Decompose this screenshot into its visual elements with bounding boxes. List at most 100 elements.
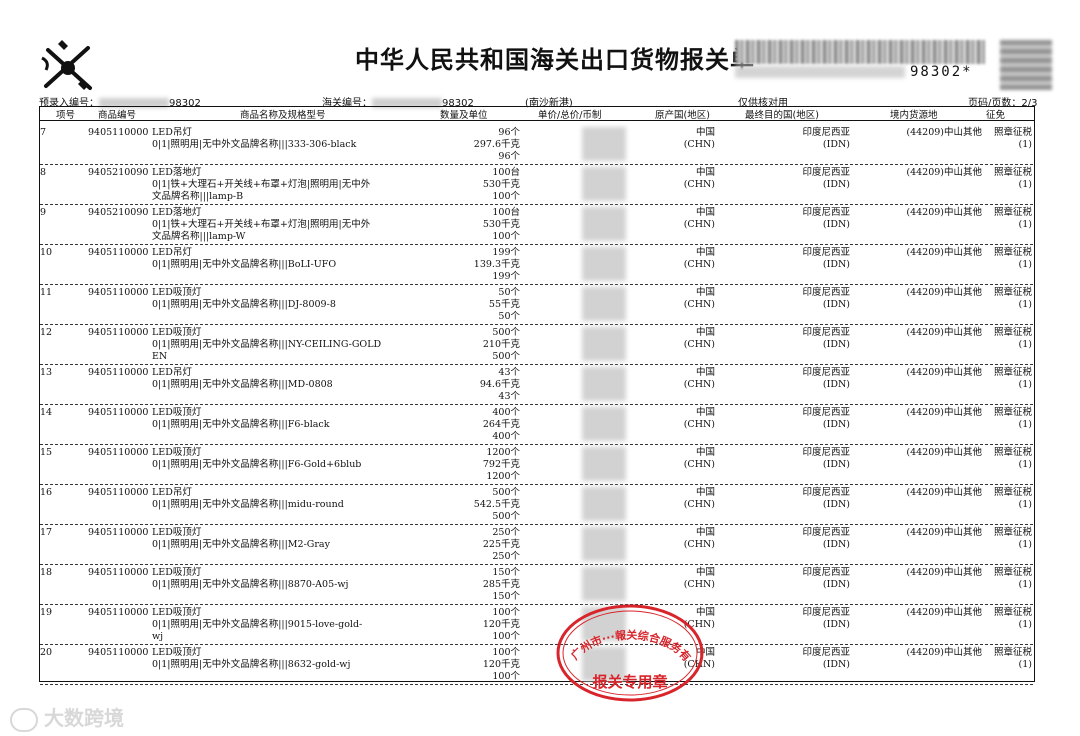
domestic-source: (44209)中山其他 [906,447,982,458]
spec-line-1: 0|1|照明用|无中外文品牌名称|||BoLI-UFO [152,259,337,270]
domestic-source: (44209)中山其他 [906,567,982,578]
destination-code: (IDN) [822,499,850,510]
destination-code: (IDN) [822,299,850,310]
qty-3: 43个 [498,391,520,402]
qty-3: 250个 [492,551,520,562]
barcode: 98302* [735,40,985,80]
qty-2: 530千克 [482,219,520,230]
destination-code: (IDN) [822,339,850,350]
spec-line-2: EN [152,351,168,362]
destination-code: (IDN) [822,619,850,630]
qty-2: 542.5千克 [473,499,520,510]
destination-country: 印度尼西亚 [802,247,850,258]
qty-3: 100个 [492,231,520,242]
destination-country: 印度尼西亚 [802,167,850,178]
levy-code: (1) [1018,379,1032,390]
item-no: 7 [40,127,47,138]
qty-3: 100个 [492,631,520,642]
product-name: LED吊灯 [152,487,192,498]
product-name: LED吊灯 [152,367,192,378]
levy-type: 照章征税 [993,487,1032,498]
qty-2: 55千克 [488,299,520,310]
origin-country: 中国 [695,327,715,338]
item-no: 14 [40,407,53,418]
destination-country: 印度尼西亚 [802,447,850,458]
levy-type: 照章征税 [993,327,1032,338]
hs-code: 9405110000 [88,527,149,538]
spec-line-1: 0|1|照明用|无中外文品牌名称|||midu-round [152,499,344,510]
spec-line-1: 0|1|照明用|无中外文品牌名称|||M2-Gray [152,539,330,550]
levy-type: 照章征税 [993,207,1032,218]
col-qty-unit: 数量及单位 [440,110,488,121]
destination-country: 印度尼西亚 [802,527,850,538]
price-redaction [582,487,626,521]
levy-type: 照章征税 [993,287,1032,298]
levy-type: 照章征税 [993,447,1032,458]
qty-2: 297.6千克 [473,139,520,150]
table-row: 7 9405110000 LED吊灯 0|1|照明用|无中外文品牌名称|||333-3… [40,125,1033,165]
col-name-spec: 商品名称及规格型号 [240,110,326,121]
product-name: LED吸顶灯 [152,407,202,418]
col-origin: 原产国(地区) [655,110,710,121]
levy-code: (1) [1018,419,1032,430]
domestic-source: (44209)中山其他 [906,327,982,338]
qty-1: 100台 [492,167,520,178]
product-name: LED落地灯 [152,167,202,178]
origin-country: 中国 [695,167,715,178]
levy-type: 照章征税 [993,127,1032,138]
hs-code: 9405110000 [88,407,149,418]
spec-line-2: wj [152,631,164,642]
domestic-source: (44209)中山其他 [906,287,982,298]
qty-2: 530千克 [482,179,520,190]
col-hs-code: 商品编号 [98,110,137,121]
levy-code: (1) [1018,619,1032,630]
spec-line-1: 0|1|铁+大理石+开关线+布罩+灯泡|照明用|无中外 [152,219,371,230]
levy-code: (1) [1018,219,1032,230]
spec-line-1: 0|1|照明用|无中外文品牌名称|||333-306-black [152,139,357,150]
qty-3: 400个 [492,431,520,442]
qty-2: 120千克 [482,619,520,630]
hs-code: 9405110000 [88,327,149,338]
destination-country: 印度尼西亚 [802,327,850,338]
table-row: 19 9405110000 LED吸顶灯 0|1|照明用|无中外文品牌名称|||901… [40,605,1033,645]
destination-code: (IDN) [822,659,850,670]
item-no: 17 [40,527,53,538]
price-redaction [582,287,626,321]
qty-2: 225千克 [482,539,520,550]
watermark: 大数跨境 [10,702,124,732]
hs-code: 9405210090 [88,167,149,178]
qty-2: 285千克 [482,579,520,590]
product-name: LED吸顶灯 [152,327,202,338]
table-row: 14 9405110000 LED吸顶灯 0|1|照明用|无中外文品牌名称|||F6-… [40,405,1033,445]
destination-country: 印度尼西亚 [802,607,850,618]
levy-type: 照章征税 [993,247,1032,258]
svg-text:广州市···報关综合服务有限公司: 广州市···報关综合服务有限公司 [555,603,694,664]
destination-country: 印度尼西亚 [802,367,850,378]
spec-line-1: 0|1|照明用|无中外文品牌名称|||F6-Gold+6blub [152,459,362,470]
domestic-source: (44209)中山其他 [906,127,982,138]
qty-1: 400个 [492,407,520,418]
qty-3: 500个 [492,351,520,362]
origin-country: 中国 [695,567,715,578]
qty-3: 150个 [492,591,520,602]
spec-line-1: 0|1|照明用|无中外文品牌名称|||F6-black [152,419,330,430]
levy-code: (1) [1018,579,1032,590]
origin-code: (CHN) [683,179,715,190]
origin-code: (CHN) [683,419,715,430]
qty-3: 199个 [492,271,520,282]
destination-code: (IDN) [822,459,850,470]
qty-2: 792千克 [482,459,520,470]
origin-code: (CHN) [683,299,715,310]
destination-country: 印度尼西亚 [802,647,850,658]
item-no: 11 [40,287,53,298]
qty-2: 210千克 [482,339,520,350]
hs-code: 9405110000 [88,487,149,498]
qty-1: 500个 [492,327,520,338]
domestic-source: (44209)中山其他 [906,207,982,218]
qty-1: 150个 [492,567,520,578]
qty-2: 139.3千克 [473,259,520,270]
qty-3: 50个 [498,311,520,322]
item-no: 20 [40,647,53,658]
hs-code: 9405110000 [88,367,149,378]
customs-seal-stamp: 广州市···報关综合服务有限公司 报关专用章 [555,603,704,702]
